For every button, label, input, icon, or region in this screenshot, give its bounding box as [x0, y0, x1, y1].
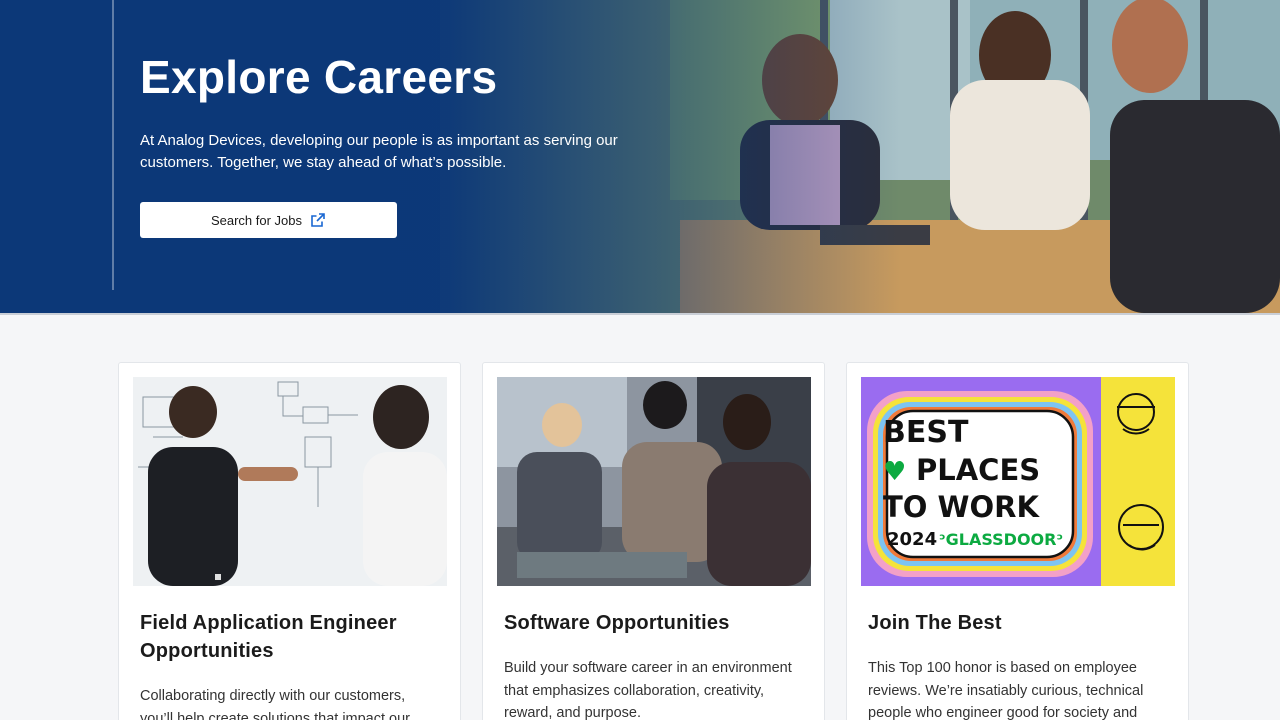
- card-description: Collaborating directly with our customer…: [140, 688, 411, 720]
- card-image-engineers-whiteboard: [133, 377, 447, 586]
- card-title: Join The Best: [868, 612, 1002, 634]
- badge-to-work: TO WORK: [883, 490, 1041, 524]
- card-description: Build your software career in an environ…: [504, 660, 792, 720]
- badge-brand: ᵓGLASSDOORᵓ: [939, 530, 1063, 549]
- card-field-application-engineer[interactable]: Field Application Engineer Opportunities…: [118, 362, 461, 720]
- card-software-opportunities[interactable]: Software Opportunities Build your softwa…: [482, 362, 825, 720]
- badge-year: 2024: [887, 529, 937, 550]
- card-image-software-team: [497, 377, 811, 586]
- card-title: Field Application Engineer Opportunities: [140, 612, 397, 662]
- hero-banner: Explore Careers At Analog Devices, devel…: [0, 0, 1280, 313]
- badge-places: PLACES: [916, 453, 1040, 487]
- search-jobs-label: Search for Jobs: [210, 212, 303, 228]
- card-join-the-best[interactable]: BEST ♥ PLACES TO WORK 2024 ᵓGLASSDOORᵓ J…: [846, 362, 1189, 720]
- badge-best: BEST: [883, 415, 969, 450]
- card-title: Software Opportunities: [504, 612, 730, 634]
- heart-icon: ♥: [883, 457, 906, 487]
- page-title: Explore Careers: [140, 51, 498, 103]
- hero-description: At Analog Devices, developing our people…: [140, 132, 618, 171]
- hero-divider: [0, 313, 1280, 315]
- search-jobs-button[interactable]: Search for Jobs: [140, 202, 397, 238]
- hero-accent-line: [112, 0, 114, 290]
- card-image-best-places-badge: BEST ♥ PLACES TO WORK 2024 ᵓGLASSDOORᵓ: [861, 377, 1175, 586]
- card-description: This Top 100 honor is based on employee …: [868, 660, 1144, 720]
- external-link-icon: [311, 213, 325, 227]
